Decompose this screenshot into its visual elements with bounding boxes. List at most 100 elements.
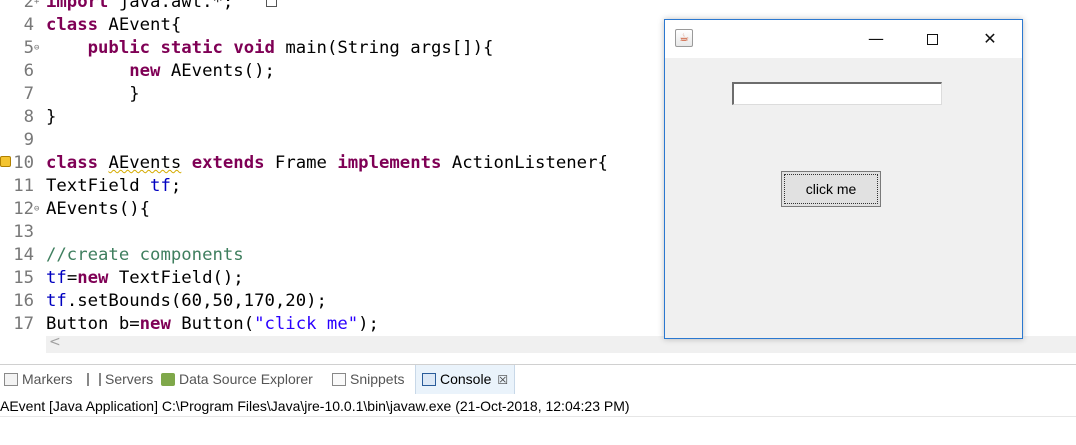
line-number: 15 — [13, 268, 34, 288]
code-token: "click me" — [254, 314, 359, 334]
code-line[interactable]: 7 } — [0, 83, 660, 106]
code-token: AEvents(){ — [46, 199, 151, 219]
maximize-icon — [926, 34, 938, 45]
code-line[interactable]: 15 tf=new TextField(); — [0, 267, 660, 290]
code-text: } — [46, 83, 140, 106]
minimize-icon: — — [868, 29, 884, 48]
code-token: new — [77, 268, 109, 288]
code-token: AEvents(); — [160, 61, 275, 81]
code-text: //create components — [46, 244, 244, 267]
line-number: 17 — [13, 314, 34, 334]
code-line[interactable]: 12 ⊖ AEvents(){ — [0, 198, 660, 221]
code-token: ActionListener{ — [441, 153, 608, 173]
code-text: AEvents(){ — [46, 198, 150, 221]
warning-marker-icon[interactable] — [0, 156, 11, 167]
console-output[interactable] — [0, 416, 1076, 445]
maximize-button[interactable] — [909, 20, 955, 58]
code-token: tf — [46, 291, 67, 311]
line-number: 16 — [13, 291, 34, 311]
tab-console-label: Console — [440, 371, 492, 387]
data-source-icon — [161, 373, 175, 386]
line-number: 13 — [13, 222, 34, 242]
code-token: import — [46, 0, 109, 12]
tab-markers[interactable]: Markers — [4, 365, 73, 394]
line-number: 6 — [23, 61, 34, 81]
code-token: new — [129, 61, 161, 81]
code-token: tf — [46, 268, 67, 288]
code-text: import java.awt.*; — [46, 0, 254, 14]
line-number: 7 — [23, 84, 34, 104]
code-token: = — [66, 268, 78, 288]
code-line[interactable]: 5 ⊖ public static void main(String args[]… — [0, 37, 660, 60]
line-number: 5 — [23, 38, 34, 58]
click-me-button[interactable]: click me — [781, 171, 881, 207]
code-token: TextField — [46, 176, 151, 196]
close-tab-icon[interactable]: ☒ — [497, 373, 508, 387]
tab-servers-label: Servers — [105, 371, 154, 387]
code-token: class — [46, 15, 99, 35]
window-titlebar[interactable]: ☕ — ✕ — [665, 20, 1022, 58]
code-line[interactable]: 6 new AEvents(); — [0, 60, 660, 83]
console-icon — [422, 373, 436, 386]
code-line[interactable]: 8} — [0, 106, 660, 129]
code-token: new — [139, 314, 171, 334]
code-token: ; — [170, 176, 182, 196]
fold-toggle-icon[interactable]: + — [34, 0, 44, 14]
awt-frame-window[interactable]: ☕ — ✕ click me — [664, 19, 1023, 339]
code-text: new AEvents(); — [46, 60, 275, 83]
code-token: Button b= — [46, 314, 140, 334]
code-text: TextField tf; — [46, 175, 181, 198]
tab-snippets[interactable]: Snippets — [332, 365, 404, 394]
code-line[interactable]: 17 Button b=new Button("click me"); — [0, 313, 660, 336]
tab-servers[interactable]: Servers — [87, 365, 153, 394]
code-line[interactable]: 9 — [0, 129, 660, 152]
code-line[interactable]: 14 //create components — [0, 244, 660, 267]
code-token: .setBounds(60,50,170,20); — [66, 291, 327, 311]
minimize-button[interactable]: — — [853, 20, 899, 58]
tab-console[interactable]: Console ☒ — [415, 365, 516, 394]
close-button[interactable]: ✕ — [967, 20, 1013, 58]
code-token: TextField(); — [108, 268, 244, 288]
markers-icon — [4, 373, 18, 386]
line-number: 14 — [13, 245, 34, 265]
code-text: } — [46, 106, 56, 129]
snippets-icon — [332, 373, 346, 386]
click-me-label: click me — [784, 174, 878, 204]
code-token: extends — [191, 153, 265, 173]
fold-toggle-icon[interactable]: ⊖ — [34, 198, 44, 221]
code-text: class AEvent{ — [46, 14, 181, 37]
tab-data-source-explorer[interactable]: Data Source Explorer — [161, 365, 313, 394]
code-token: } — [46, 84, 140, 104]
code-line[interactable]: 10 class AEvents extends Frame implements… — [0, 152, 660, 175]
views-tab-bar: Markers Servers Data Source Explorer Sni… — [0, 364, 1076, 394]
code-token: implements — [337, 153, 442, 173]
close-icon: ✕ — [983, 29, 997, 48]
awt-text-field[interactable] — [732, 82, 942, 105]
line-number: 8 — [23, 107, 34, 127]
code-text: class AEvents extends Frame implements A… — [46, 152, 608, 175]
tab-data-source-label: Data Source Explorer — [179, 371, 313, 387]
code-token: public — [87, 38, 151, 58]
line-number: 4 — [23, 15, 34, 35]
tab-snippets-label: Snippets — [350, 371, 405, 387]
code-line[interactable]: 16 tf.setBounds(60,50,170,20); — [0, 290, 660, 313]
code-token: main(String args[]){ — [274, 38, 494, 58]
code-token: //create components — [46, 245, 244, 265]
scroll-left-icon[interactable]: < — [49, 334, 61, 350]
code-line[interactable]: 2 + import java.awt.*; — [0, 0, 660, 14]
line-number: 2 — [23, 0, 34, 12]
code-line[interactable]: 4 class AEvent{ — [0, 14, 660, 37]
code-token: AEvents — [108, 153, 182, 173]
code-token: java.awt.*; — [108, 0, 255, 12]
console-launch-info: AEvent [Java Application] C:\Program Fil… — [0, 398, 630, 414]
code-token: void — [233, 38, 275, 58]
code-line[interactable]: 11 TextField tf; — [0, 175, 660, 198]
code-text: public static void main(String args[]){ — [46, 37, 494, 60]
code-line[interactable]: 13 — [0, 221, 660, 244]
fold-toggle-icon[interactable]: ⊖ — [34, 37, 44, 60]
